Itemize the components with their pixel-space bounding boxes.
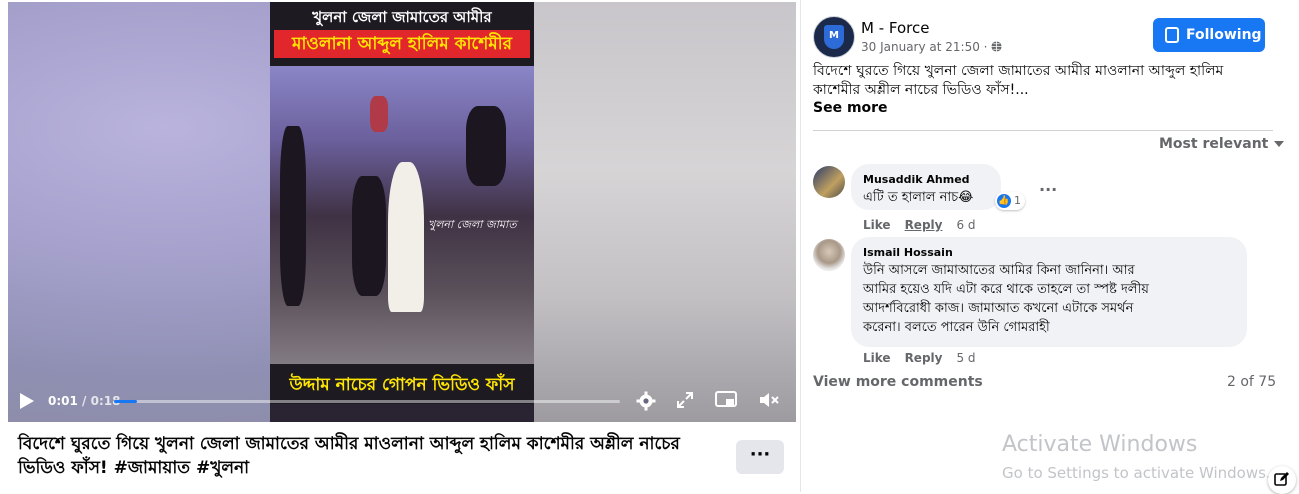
video-banner-top: খুলনা জেলা জামাতের আমীর মাওলানা আব্দুল হ…: [270, 2, 534, 66]
video-progress-fill: [114, 400, 137, 403]
comment-text-line: করেনা। বলতে পারেন উনি গোমরাহী: [863, 320, 1050, 335]
speaker-stack: [466, 106, 506, 186]
banner-top-line2: মাওলানা আব্দুল হালিম কাশেমীর: [274, 30, 530, 58]
comment-text: এটি ত হালাল নাচ😂: [863, 190, 974, 205]
comment-text-line: আমির হয়েও যদি এটা করে থাকে তাহলে তা স্প…: [863, 282, 1149, 297]
like-button[interactable]: Like: [863, 218, 891, 232]
shield-icon: M: [824, 25, 844, 49]
play-icon[interactable]: [20, 393, 34, 409]
man-in-white: [388, 162, 424, 312]
comment-actions: Like Reply 5 d: [863, 351, 990, 365]
video-player[interactable]: খুলনা জেলা জামাতের আমীর মাওলানা আব্দুল হ…: [8, 2, 796, 422]
post-title: বিদেশে ঘুরতে গিয়ে খুলনা জেলা জামাতের আম…: [18, 434, 680, 478]
comment-age[interactable]: 5 d: [956, 351, 975, 365]
following-button[interactable]: Following: [1153, 18, 1265, 52]
reaction-count: 1: [1014, 194, 1021, 207]
divider: [813, 130, 1273, 131]
fullscreen-icon[interactable]: [674, 391, 696, 413]
activate-windows-title: Activate Windows: [1002, 432, 1198, 457]
avatar[interactable]: [813, 166, 845, 198]
comment-author[interactable]: Ismail Hossain: [863, 246, 953, 259]
comment-text-line: আদর্শবিরোধী কাজ। জামাআত কখনো এটাকে সমর্থ…: [863, 301, 1134, 316]
avatar[interactable]: [813, 239, 845, 271]
video-progress-bar[interactable]: [114, 400, 620, 403]
page-name[interactable]: M - Force: [861, 19, 929, 37]
page-avatar[interactable]: M: [813, 16, 855, 58]
reply-button[interactable]: Reply: [905, 218, 943, 232]
reply-button[interactable]: Reply: [905, 351, 943, 365]
post-time-text: 30 January at 21:50 ·: [861, 40, 992, 54]
video-frame: খুলনা জেলা জামাতের আমীর মাওলানা আব্দুল হ…: [270, 2, 534, 422]
more-options-button[interactable]: ···: [736, 440, 784, 474]
video-blur-background: [531, 2, 796, 422]
activate-windows-subtitle: Go to Settings to activate Windows.: [1002, 464, 1271, 482]
time-separator: /: [77, 394, 91, 408]
globe-icon: [991, 40, 1002, 54]
comment-actions: Like Reply 6 d: [863, 218, 990, 232]
time-current: 0:01: [48, 394, 78, 408]
post-text: বিদেশে ঘুরতে গিয়ে খুলনা জেলা জামাতের আম…: [813, 63, 1224, 98]
background-figure: [370, 96, 388, 132]
view-more-comments-link[interactable]: View more comments: [813, 374, 983, 390]
video-overlay-caption: খুলনা জেলা জামাত: [428, 218, 517, 231]
see-more-link[interactable]: See more: [813, 100, 888, 116]
comment-text-line: উনি আসলে জামাআতের আমির কিনা জানিনা। আর: [863, 263, 1135, 278]
background-person: [280, 126, 306, 306]
video-controls: 0:01 / 0:18: [8, 384, 796, 420]
reaction-badge[interactable]: 👍 1: [995, 192, 1025, 210]
comment-count: 2 of 75: [1227, 374, 1277, 390]
comment-author[interactable]: Musaddik Ahmed: [863, 173, 970, 186]
comment-sort-dropdown[interactable]: Most relevant: [1159, 136, 1285, 152]
like-button[interactable]: Like: [863, 351, 891, 365]
chevron-down-icon: [1274, 141, 1285, 147]
settings-icon[interactable]: [635, 391, 657, 413]
mute-icon[interactable]: [758, 391, 780, 413]
comment-age[interactable]: 6 d: [956, 218, 975, 232]
video-time: 0:01 / 0:18: [48, 394, 120, 408]
post-timestamp[interactable]: 30 January at 21:50 ·: [861, 40, 1002, 54]
video-post-panel: খুলনা জেলা জামাতের আমীর মাওলানা আব্দুল হ…: [0, 0, 800, 492]
sort-label: Most relevant: [1159, 136, 1269, 152]
like-reaction-icon: 👍: [997, 194, 1011, 208]
comment-options-icon[interactable]: ···: [1039, 180, 1057, 199]
compose-icon[interactable]: [1268, 466, 1296, 494]
following-check-icon: [1165, 27, 1179, 43]
dancer-figure: [352, 176, 386, 296]
following-label: Following: [1186, 27, 1262, 43]
post-details-panel: M M - Force 30 January at 21:50 · Follow…: [800, 0, 1299, 494]
picture-in-picture-icon[interactable]: [715, 391, 737, 413]
banner-top-line1: খুলনা জেলা জামাতের আমীর: [312, 8, 492, 26]
